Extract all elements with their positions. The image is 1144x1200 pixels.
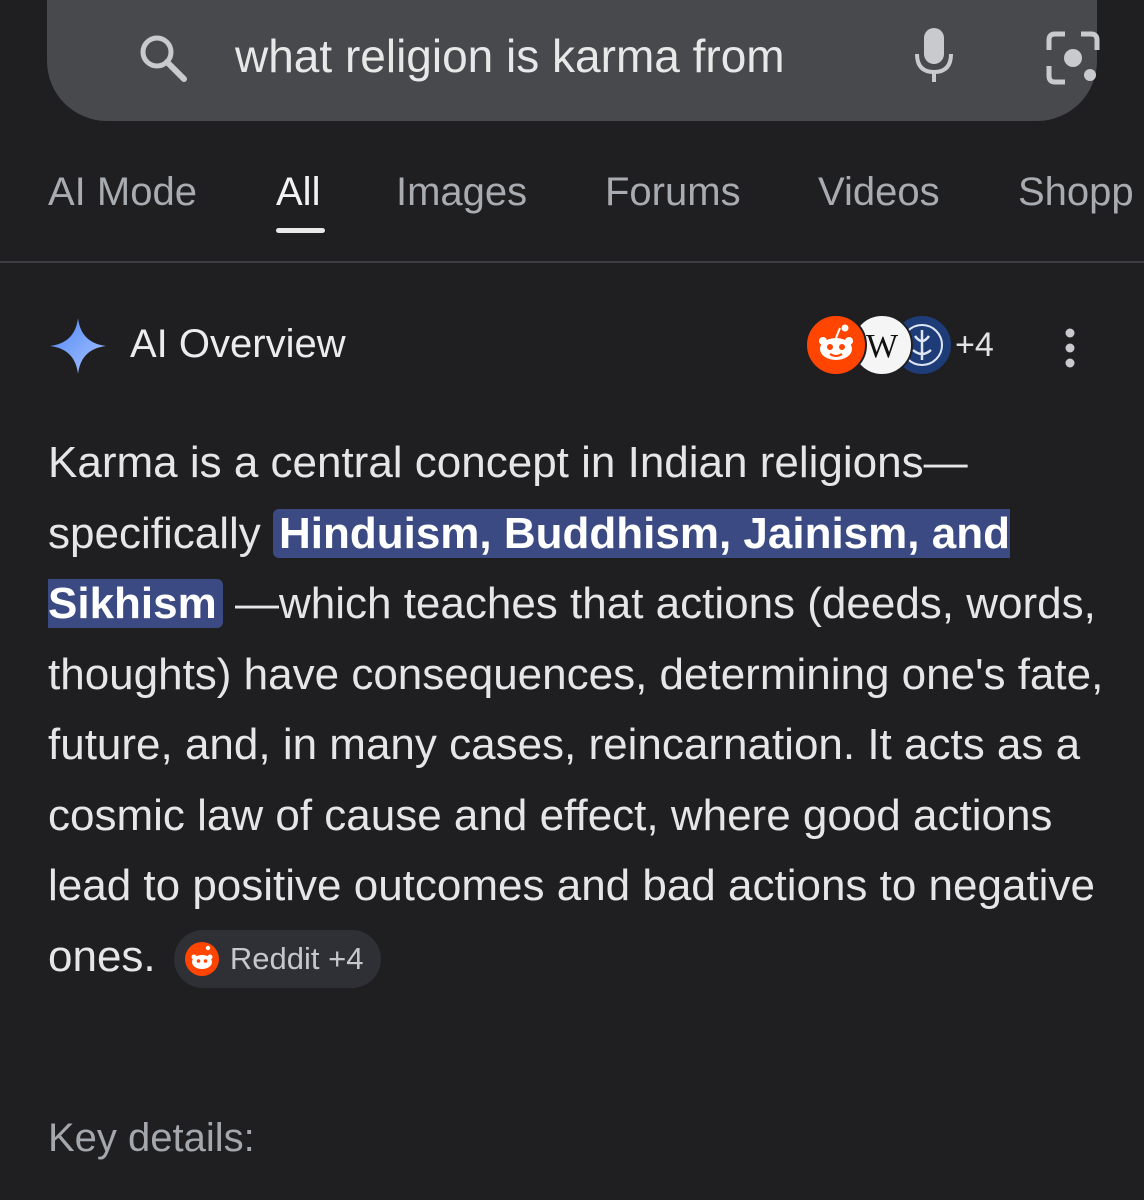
tab-forums[interactable]: Forums <box>605 168 741 216</box>
tab-all[interactable]: All <box>276 168 320 216</box>
sparkle-icon <box>50 318 106 374</box>
mic-icon[interactable] <box>913 26 955 86</box>
active-tab-indicator <box>276 228 325 233</box>
key-details-heading: Key details: <box>48 1116 255 1160</box>
search-bar[interactable]: what religion is karma from <box>47 0 1100 121</box>
ai-overview-title: AI Overview <box>130 322 346 366</box>
source-count[interactable]: +4 <box>955 325 994 365</box>
source-chip-label: Reddit +4 <box>229 940 364 976</box>
search-tabs: AI Mode All Images Forums Videos Shopp <box>0 140 1144 263</box>
ai-overview-text: Karma is a central concept in Indian rel… <box>48 428 1108 992</box>
search-icon[interactable] <box>135 30 191 86</box>
search-results-page: what religion is karma from AI Mode All … <box>0 0 1144 1200</box>
lens-icon[interactable] <box>1045 30 1101 86</box>
more-options-icon[interactable] <box>1058 326 1082 370</box>
svg-text:W: W <box>866 328 899 365</box>
tab-videos[interactable]: Videos <box>818 168 940 216</box>
source-chip[interactable]: Reddit +4 <box>173 929 382 988</box>
reddit-icon <box>184 941 219 976</box>
divider <box>0 261 1144 263</box>
tab-images[interactable]: Images <box>396 168 527 216</box>
tab-shopping[interactable]: Shopp <box>1018 168 1134 216</box>
source-icons[interactable]: W <box>805 314 953 376</box>
reddit-icon <box>805 314 867 376</box>
tab-ai-mode[interactable]: AI Mode <box>48 168 197 216</box>
search-input[interactable]: what religion is karma from <box>235 28 810 84</box>
overview-text-part2: —which teaches that actions (deeds, word… <box>48 579 1104 981</box>
